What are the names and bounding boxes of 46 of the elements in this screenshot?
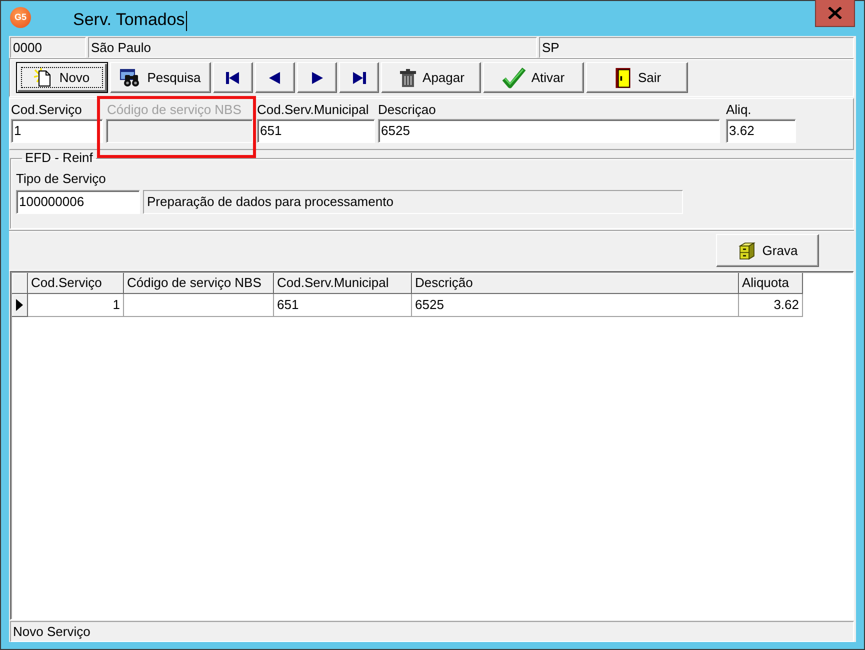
input-field[interactable]: 6525	[378, 119, 720, 143]
table-cell: 651	[274, 294, 412, 317]
toolbar-button[interactable]: Apagar	[381, 62, 481, 93]
check-icon	[502, 66, 526, 88]
field-label: Tipo de Serviço	[16, 170, 107, 188]
input-field[interactable]: 1	[11, 119, 103, 143]
field-label: Cod.Serv.Municipal	[257, 101, 370, 119]
row-indicator[interactable]	[12, 294, 28, 317]
column-header[interactable]: Aliquota	[739, 273, 803, 294]
field-label: Aliq.	[726, 101, 752, 119]
save-button[interactable]: Grava	[716, 234, 819, 267]
nav-button[interactable]	[255, 62, 295, 93]
table-cell: 3.62	[739, 294, 803, 317]
app-logo: G5	[10, 7, 31, 28]
window-title: Serv. Tomados	[73, 9, 185, 31]
table-cell: 6525	[412, 294, 739, 317]
input-field[interactable]: 100000006	[16, 190, 140, 214]
field-label: Cod.Serviço	[11, 101, 83, 119]
field-label: Código de serviço NBS	[106, 101, 242, 119]
column-header[interactable]: Cod.Serviço	[28, 273, 124, 294]
input-field[interactable]: 651	[257, 119, 375, 143]
door-icon	[612, 68, 633, 88]
file-cabinet-icon	[737, 240, 758, 260]
toolbar-button[interactable]: Pesquisa	[110, 62, 211, 93]
toolbar-button[interactable]: Novo	[16, 62, 108, 93]
nav-button[interactable]	[339, 62, 379, 93]
table-cell: 1	[28, 294, 124, 317]
status-bar: Novo Serviço	[10, 621, 854, 642]
state-field: SP	[539, 37, 854, 58]
input-field[interactable]: 3.62	[726, 119, 796, 143]
column-header[interactable]: Descrição	[412, 273, 739, 294]
field-label: Descriçao	[378, 101, 437, 119]
group-title: EFD - Reinf	[24, 151, 94, 165]
close-button[interactable]	[815, 0, 855, 27]
city-field: São Paulo	[88, 37, 537, 58]
nav-button[interactable]	[213, 62, 253, 93]
description-field: Preparação de dados para processamento	[143, 190, 683, 214]
close-icon	[828, 7, 842, 19]
toolbar-button[interactable]: Ativar	[483, 62, 584, 93]
company-code-field: 0000	[10, 37, 86, 58]
row-pointer-icon	[16, 299, 23, 311]
nav-button[interactable]	[297, 62, 337, 93]
toolbar-button[interactable]: Sair	[586, 62, 688, 93]
column-header[interactable]: Cod.Serv.Municipal	[274, 273, 412, 294]
column-header[interactable]: Código de serviço NBS	[124, 273, 274, 294]
trash-can-icon	[398, 68, 418, 88]
